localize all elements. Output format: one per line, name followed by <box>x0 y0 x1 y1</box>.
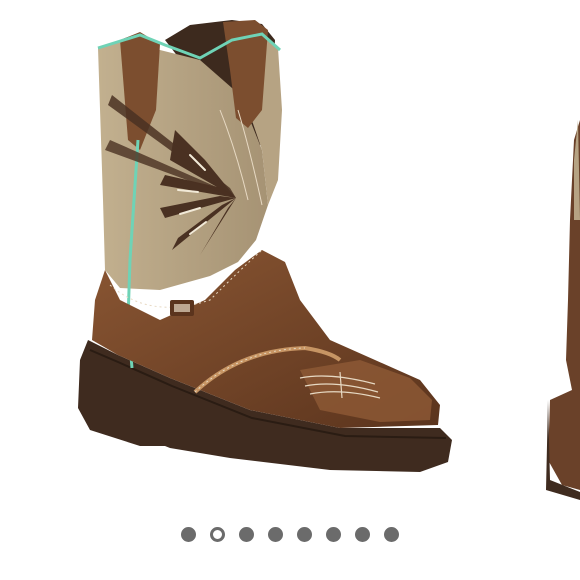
boot-image <box>78 20 452 472</box>
product-image-slide[interactable] <box>0 0 580 510</box>
boot-image-partial <box>546 120 580 500</box>
carousel-dot[interactable] <box>384 527 399 542</box>
carousel-dot[interactable] <box>297 527 312 542</box>
carousel-dot[interactable] <box>355 527 370 542</box>
carousel-pagination <box>0 527 580 545</box>
carousel-dot[interactable] <box>181 527 196 542</box>
carousel-dot[interactable] <box>326 527 341 542</box>
carousel-dot[interactable] <box>268 527 283 542</box>
carousel-dot[interactable] <box>239 527 254 542</box>
next-slide-peek[interactable] <box>540 100 580 500</box>
product-image-carousel[interactable] <box>0 0 580 580</box>
carousel-dot-active[interactable] <box>210 527 225 542</box>
